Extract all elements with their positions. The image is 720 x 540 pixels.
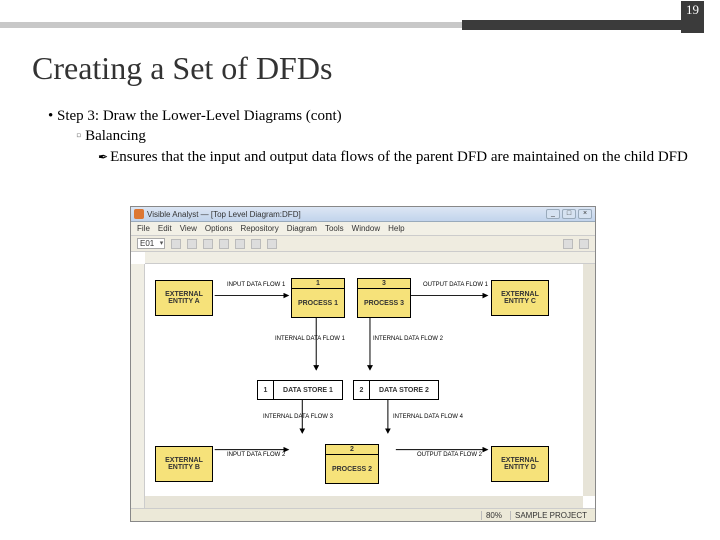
ruler-horizontal [145,252,595,264]
header-line-dark [462,20,688,30]
toolbar-icon[interactable] [563,239,573,249]
status-bar: 80% SAMPLE PROJECT [131,508,595,521]
external-entity-d[interactable]: EXTERNAL ENTITY D [491,446,549,482]
slide-header: 19 [0,0,720,34]
process-3-label: PROCESS 3 [364,289,404,317]
scrollbar-horizontal[interactable] [145,496,583,508]
external-entity-a[interactable]: EXTERNAL ENTITY A [155,280,213,316]
flow-label-internal1: INTERNAL DATA FLOW 1 [275,336,345,342]
toolbar-icon[interactable] [251,239,261,249]
flow-label-output1: OUTPUT DATA FLOW 1 [423,282,488,288]
ruler-vertical [131,264,145,508]
slide-title: Creating a Set of DFDs [32,50,332,87]
window-title: Visible Analyst — [Top Level Diagram:DFD… [147,210,301,219]
minimize-button[interactable]: _ [546,209,560,219]
menu-bar: File Edit View Options Repository Diagra… [131,222,595,236]
data-store-1[interactable]: 1 DATA STORE 1 [257,380,343,400]
bullet-balancing: Balancing [76,126,696,146]
menu-options[interactable]: Options [205,224,233,233]
bullet-step3: Step 3: Draw the Lower-Level Diagrams (c… [48,106,696,126]
flow-label-internal3: INTERNAL DATA FLOW 3 [263,414,333,420]
process-3-number: 3 [358,279,410,289]
flow-label-internal2: INTERNAL DATA FLOW 2 [373,336,443,342]
data-store-1-label: DATA STORE 1 [274,387,342,394]
toolbar-icon[interactable] [203,239,213,249]
toolbar-icon[interactable] [267,239,277,249]
process-2[interactable]: 2 PROCESS 2 [325,444,379,484]
flow-label-output2: OUTPUT DATA FLOW 2 [417,452,482,458]
bullet-balancing-desc: Ensures that the input and output data f… [98,147,696,167]
menu-help[interactable]: Help [388,224,404,233]
toolbar-select[interactable]: E01 [137,238,165,249]
menu-tools[interactable]: Tools [325,224,344,233]
menu-view[interactable]: View [180,224,197,233]
menu-window[interactable]: Window [352,224,380,233]
toolbar-icon[interactable] [219,239,229,249]
toolbar-icon[interactable] [579,239,589,249]
window-buttons: _ □ × [546,209,592,219]
process-2-label: PROCESS 2 [332,455,372,483]
slide-number: 19 [681,1,704,33]
process-1-number: 1 [292,279,344,289]
scrollbar-vertical[interactable] [583,264,595,496]
close-button[interactable]: × [578,209,592,219]
process-2-number: 2 [326,445,378,455]
embedded-screenshot: Visible Analyst — [Top Level Diagram:DFD… [130,206,596,522]
toolbar-icon[interactable] [171,239,181,249]
menu-repository[interactable]: Repository [240,224,278,233]
app-icon [134,209,144,219]
window-titlebar: Visible Analyst — [Top Level Diagram:DFD… [131,207,595,222]
header-line-grey [0,22,462,28]
menu-file[interactable]: File [137,224,150,233]
external-entity-b[interactable]: EXTERNAL ENTITY B [155,446,213,482]
flow-label-input1: INPUT DATA FLOW 1 [227,282,285,288]
data-store-2-number: 2 [354,381,370,399]
process-1-label: PROCESS 1 [298,289,338,317]
process-3[interactable]: 3 PROCESS 3 [357,278,411,318]
data-store-2-label: DATA STORE 2 [370,387,438,394]
menu-edit[interactable]: Edit [158,224,172,233]
maximize-button[interactable]: □ [562,209,576,219]
flow-label-input2: INPUT DATA FLOW 2 [227,452,285,458]
slide-body: Step 3: Draw the Lower-Level Diagrams (c… [48,106,696,167]
toolbar-icon[interactable] [235,239,245,249]
diagram-canvas[interactable]: EXTERNAL ENTITY A EXTERNAL ENTITY C EXTE… [145,264,583,496]
toolbar-icon[interactable] [187,239,197,249]
data-store-1-number: 1 [258,381,274,399]
status-project: SAMPLE PROJECT [510,511,591,520]
status-zoom: 80% [481,511,506,520]
external-entity-c[interactable]: EXTERNAL ENTITY C [491,280,549,316]
toolbar: E01 [131,236,595,252]
data-store-2[interactable]: 2 DATA STORE 2 [353,380,439,400]
workspace: EXTERNAL ENTITY A EXTERNAL ENTITY C EXTE… [131,252,595,508]
process-1[interactable]: 1 PROCESS 1 [291,278,345,318]
menu-diagram[interactable]: Diagram [287,224,317,233]
flow-label-internal4: INTERNAL DATA FLOW 4 [393,414,463,420]
